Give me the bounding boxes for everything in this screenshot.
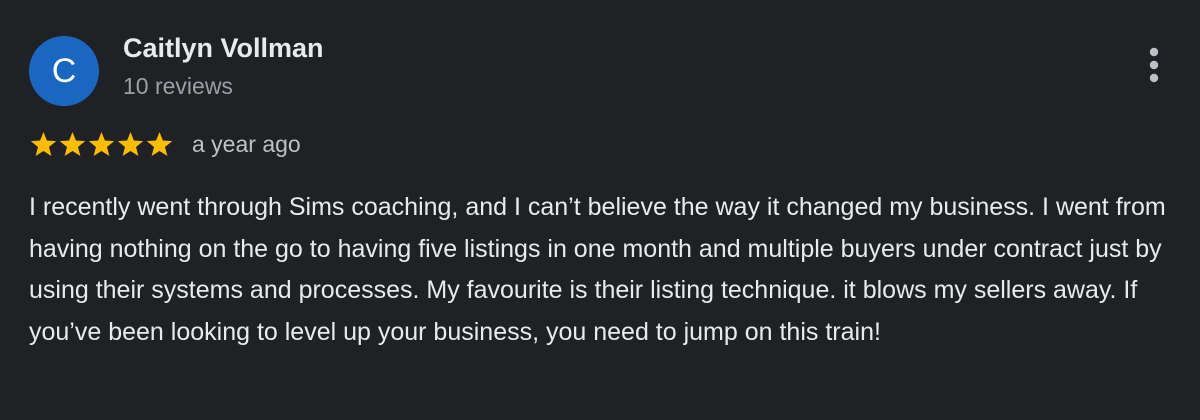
- avatar[interactable]: C: [29, 36, 99, 106]
- review-timestamp: a year ago: [192, 130, 301, 157]
- more-vert-icon: [1149, 47, 1159, 88]
- star-icon: [145, 131, 174, 158]
- star-rating: [29, 131, 174, 158]
- reviewer-review-count[interactable]: 10 reviews: [123, 73, 233, 100]
- star-icon: [87, 131, 116, 158]
- avatar-initial: C: [51, 52, 77, 90]
- star-icon: [29, 131, 58, 158]
- more-options-button[interactable]: [1138, 46, 1170, 88]
- star-icon: [116, 131, 145, 158]
- star-icon: [58, 131, 87, 158]
- review-text: I recently went through Sims coaching, a…: [29, 193, 1166, 346]
- rating-row: a year ago: [29, 127, 301, 161]
- reviewer-name[interactable]: Caitlyn Vollman: [123, 33, 324, 64]
